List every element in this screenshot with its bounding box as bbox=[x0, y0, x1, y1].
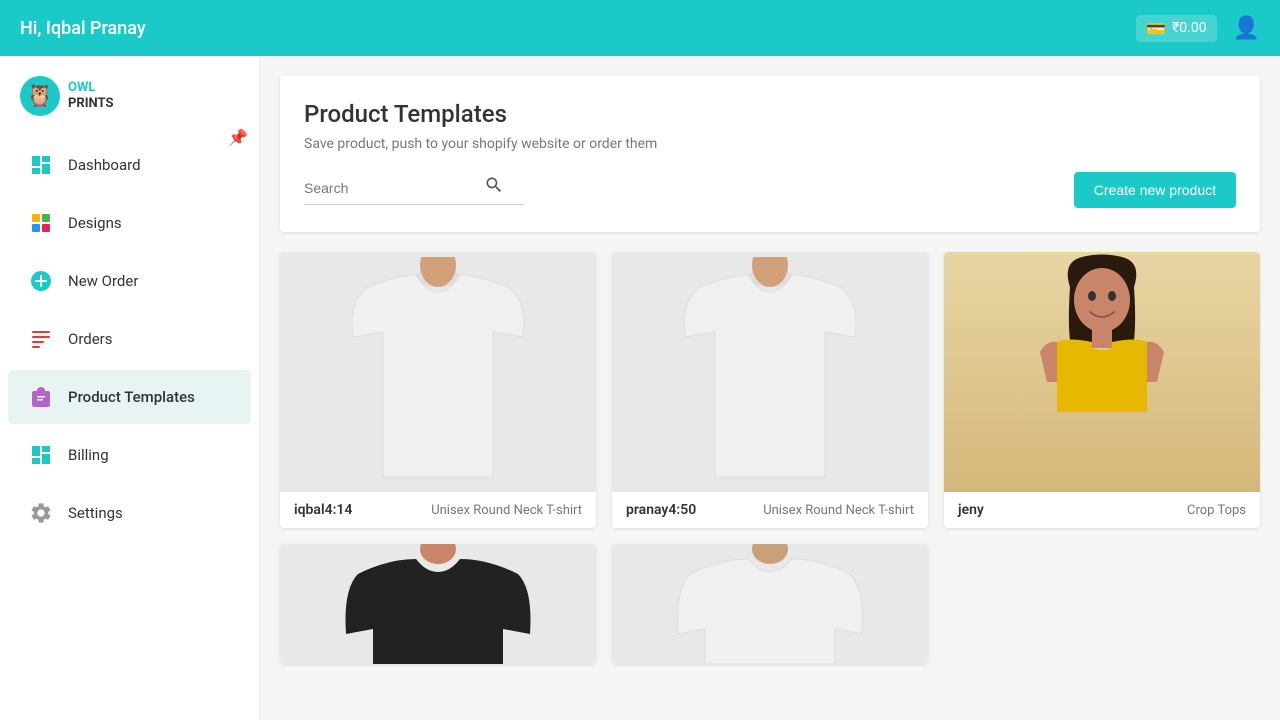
product-name: iqbal4:14 bbox=[294, 502, 352, 518]
product-card[interactable]: pranay4:50 Unisex Round Neck T-shirt bbox=[612, 252, 928, 528]
new-order-icon bbox=[28, 268, 54, 294]
product-name: jeny bbox=[958, 502, 984, 518]
wallet-icon: 💳 bbox=[1146, 19, 1166, 38]
product-image bbox=[280, 252, 596, 492]
create-new-product-button[interactable]: Create new product bbox=[1074, 172, 1236, 208]
search-row: Create new product bbox=[304, 172, 1236, 208]
product-card-footer: pranay4:50 Unisex Round Neck T-shirt bbox=[612, 492, 928, 528]
sidebar-item-new-order[interactable]: New Order bbox=[8, 254, 251, 308]
product-templates-icon bbox=[28, 384, 54, 410]
billing-label: Billing bbox=[68, 446, 109, 464]
product-type: Unisex Round Neck T-shirt bbox=[763, 503, 914, 518]
product-image bbox=[944, 252, 1260, 492]
search-icon[interactable] bbox=[484, 175, 504, 200]
logo-area: 🦉 OWL PRINTS bbox=[0, 66, 259, 136]
sidebar-item-orders[interactable]: Orders bbox=[8, 312, 251, 366]
product-card-footer: jeny Crop Tops bbox=[944, 492, 1260, 528]
user-avatar-icon[interactable]: 👤 bbox=[1233, 16, 1260, 41]
product-card[interactable] bbox=[280, 544, 596, 664]
header-right: 💳 ₹0.00 👤 bbox=[1136, 15, 1260, 42]
logo-text: OWL PRINTS bbox=[68, 80, 113, 111]
product-image bbox=[612, 544, 928, 664]
pin-icon: 📌 bbox=[228, 128, 248, 147]
main-layout: 🦉 OWL PRINTS 📌 Dashboard Designs New Ord… bbox=[0, 56, 1280, 720]
sidebar: 🦉 OWL PRINTS 📌 Dashboard Designs New Ord… bbox=[0, 56, 260, 720]
page-subtitle: Save product, push to your shopify websi… bbox=[304, 136, 1236, 152]
search-input[interactable] bbox=[304, 180, 484, 196]
top-header: Hi, Iqbal Pranay 💳 ₹0.00 👤 bbox=[0, 0, 1280, 56]
billing-icon bbox=[28, 442, 54, 468]
settings-label: Settings bbox=[68, 504, 123, 522]
product-card[interactable] bbox=[612, 544, 928, 664]
designs-icon bbox=[28, 210, 54, 236]
orders-icon bbox=[28, 326, 54, 352]
sidebar-item-designs[interactable]: Designs bbox=[8, 196, 251, 250]
product-type: Crop Tops bbox=[1187, 503, 1246, 518]
product-grid: iqbal4:14 Unisex Round Neck T-shirt pran… bbox=[280, 252, 1260, 664]
owl-logo-icon: 🦉 bbox=[20, 76, 60, 116]
product-templates-label: Product Templates bbox=[68, 388, 195, 406]
dashboard-icon bbox=[28, 152, 54, 178]
product-image bbox=[612, 252, 928, 492]
search-wrap bbox=[304, 175, 524, 205]
page-title: Product Templates bbox=[304, 100, 1236, 128]
product-type: Unisex Round Neck T-shirt bbox=[431, 503, 582, 518]
product-card-footer: iqbal4:14 Unisex Round Neck T-shirt bbox=[280, 492, 596, 528]
designs-label: Designs bbox=[68, 214, 122, 232]
greeting-text: Hi, Iqbal Pranay bbox=[20, 18, 146, 39]
settings-icon bbox=[28, 500, 54, 526]
orders-label: Orders bbox=[68, 330, 113, 348]
wallet-amount: ₹0.00 bbox=[1172, 20, 1207, 36]
main-content: Product Templates Save product, push to … bbox=[260, 56, 1280, 720]
sidebar-item-billing[interactable]: Billing bbox=[8, 428, 251, 482]
header-card: Product Templates Save product, push to … bbox=[280, 76, 1260, 232]
new-order-label: New Order bbox=[68, 272, 138, 290]
header-left: Hi, Iqbal Pranay bbox=[0, 18, 146, 39]
product-name: pranay4:50 bbox=[626, 502, 696, 518]
sidebar-item-dashboard[interactable]: Dashboard bbox=[8, 138, 251, 192]
product-card[interactable]: iqbal4:14 Unisex Round Neck T-shirt bbox=[280, 252, 596, 528]
sidebar-item-settings[interactable]: Settings bbox=[8, 486, 251, 540]
wallet-badge[interactable]: 💳 ₹0.00 bbox=[1136, 15, 1216, 42]
product-card[interactable]: jeny Crop Tops bbox=[944, 252, 1260, 528]
product-image bbox=[280, 544, 596, 664]
dashboard-label: Dashboard bbox=[68, 156, 141, 174]
sidebar-item-product-templates[interactable]: Product Templates bbox=[8, 370, 251, 424]
